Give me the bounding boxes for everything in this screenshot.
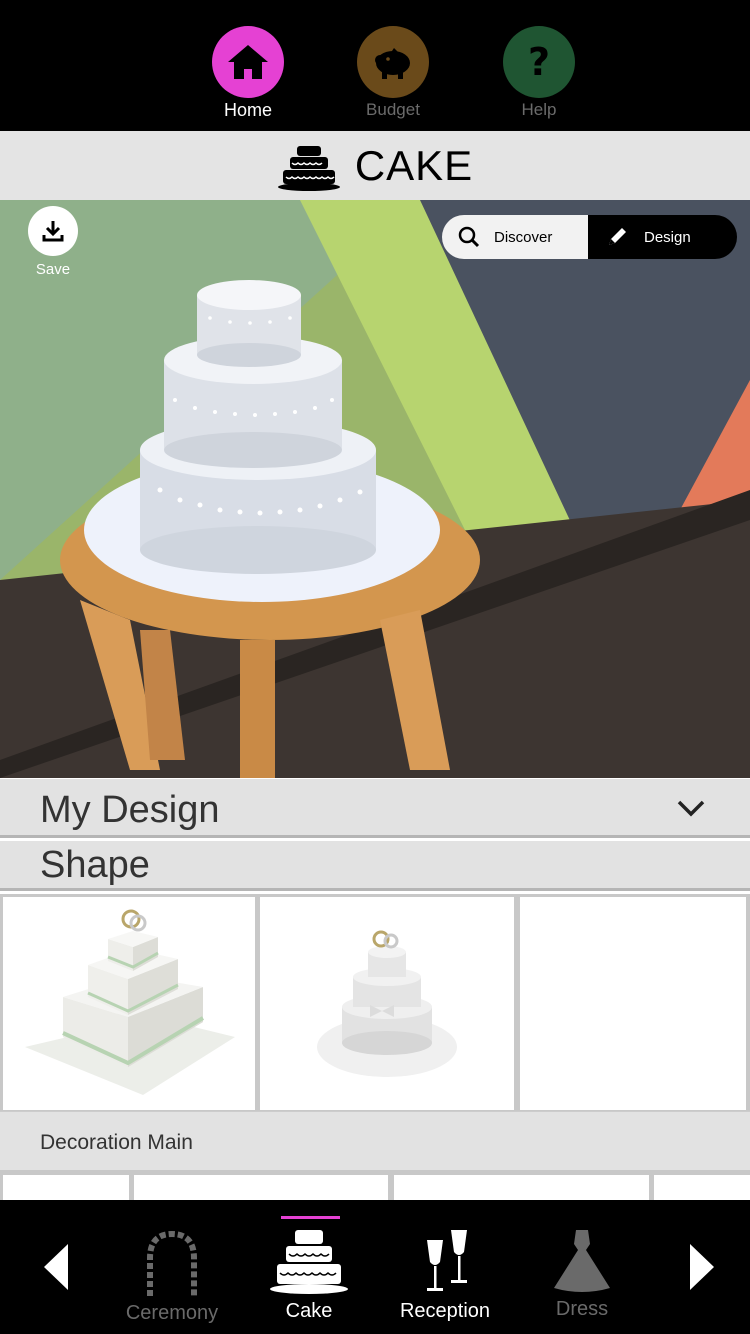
bottom-navigation: Ceremony Cake Reception Dress [0, 1200, 750, 1334]
mode-toggle: Discover Design [442, 215, 737, 259]
decoration-option[interactable] [394, 1175, 649, 1200]
ceremony-label: Ceremony [125, 1302, 219, 1324]
help-icon: ? [503, 26, 575, 98]
home-label: Home [223, 100, 272, 120]
discover-label: Discover [494, 228, 553, 246]
search-icon [458, 226, 480, 248]
ar-scene-image [0, 200, 750, 778]
shape-option-empty[interactable] [520, 897, 746, 1110]
decoration-option[interactable] [134, 1175, 388, 1200]
shape-section-header: Shape [0, 841, 750, 891]
my-design-header[interactable]: My Design [0, 779, 750, 838]
piggy-bank-icon [357, 26, 429, 98]
budget-button[interactable]: Budget [343, 26, 443, 120]
design-tab[interactable]: Design [588, 215, 737, 259]
discover-tab[interactable]: Discover [442, 215, 588, 259]
ar-camera-view[interactable]: Save Discover Design [0, 200, 750, 778]
decoration-grid [0, 1170, 750, 1200]
shape-option-square[interactable] [3, 897, 255, 1110]
help-button[interactable]: ? Help [489, 26, 589, 120]
dress-label: Dress [555, 1298, 609, 1320]
download-icon [28, 206, 78, 256]
bottomnav-item-ceremony[interactable]: Ceremony [92, 1200, 252, 1334]
dress-icon [554, 1230, 610, 1292]
cake-icon [270, 1230, 348, 1294]
page-header: CAKE [0, 131, 750, 200]
shape-option-round[interactable] [260, 897, 514, 1110]
decoration-option[interactable] [3, 1175, 129, 1200]
cake-icon [277, 145, 340, 191]
home-button[interactable]: Home [198, 26, 298, 121]
page-title: CAKE [354, 141, 474, 189]
arch-icon [147, 1230, 197, 1296]
decoration-title: Decoration Main [40, 1131, 193, 1154]
pencil-icon [609, 228, 626, 245]
shape-title: Shape [40, 844, 150, 886]
shape-grid [0, 894, 750, 1111]
bottomnav-item-dress[interactable]: Dress [502, 1200, 662, 1334]
budget-label: Budget [366, 100, 420, 119]
help-label: Help [521, 100, 557, 119]
save-label: Save [35, 261, 71, 278]
home-icon [212, 26, 284, 98]
bottomnav-item-reception[interactable]: Reception [365, 1200, 525, 1334]
save-button[interactable]: Save [28, 206, 78, 278]
champagne-icon [427, 1230, 467, 1291]
design-label: Design [644, 228, 691, 246]
decoration-option[interactable] [654, 1175, 750, 1200]
my-design-title: My Design [40, 789, 220, 831]
top-navigation: Home Budget ? Help [0, 0, 750, 131]
reception-label: Reception [399, 1300, 491, 1322]
square-cake-image [25, 909, 235, 1095]
round-cake-image [317, 930, 457, 1077]
arrow-right-icon[interactable] [690, 1244, 714, 1290]
arrow-left-icon[interactable] [44, 1244, 68, 1290]
chevron-down-icon[interactable] [676, 798, 706, 818]
decoration-section-header: Decoration Main [0, 1111, 750, 1170]
